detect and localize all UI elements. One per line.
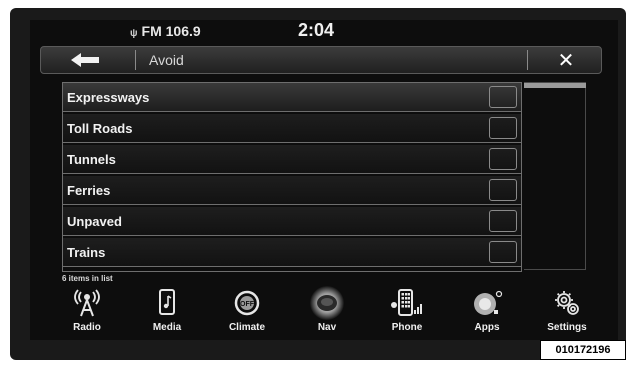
radio-station-label: FM 106.9 <box>141 23 201 39</box>
unpaved-checkbox[interactable] <box>489 210 517 232</box>
tunnels-checkbox[interactable] <box>489 148 517 170</box>
list-item-label: Trains <box>67 245 106 260</box>
dock-item-nav[interactable]: Nav <box>292 282 362 338</box>
climate-icon: OFF <box>230 286 264 320</box>
list-item-label: Ferries <box>67 183 111 198</box>
list-item-unpaved[interactable]: Unpaved <box>63 207 521 236</box>
dock-item-label: Settings <box>547 322 587 333</box>
apps-icon <box>470 286 504 320</box>
list-item-expressways[interactable]: Expressways <box>63 83 521 112</box>
list-item-label: Unpaved <box>67 214 122 229</box>
list-scrollbar[interactable] <box>524 82 586 270</box>
nav-icon <box>310 286 344 320</box>
title-bar: Avoid ✕ <box>40 46 602 74</box>
list-item-label: Toll Roads <box>67 121 133 136</box>
left-arrow-icon <box>71 53 99 67</box>
svg-text:OFF: OFF <box>240 301 255 308</box>
dock-item-label: Media <box>152 322 182 333</box>
dock-item-radio[interactable]: Radio <box>52 282 122 338</box>
reference-code: 010172196 <box>540 340 626 360</box>
divider <box>135 50 136 70</box>
dock-item-label: Phone <box>391 322 423 333</box>
antenna-small-icon: ψ <box>130 28 138 39</box>
dock-item-settings[interactable]: Settings <box>532 282 602 338</box>
status-bar: ψ FM 106.9 2:04 <box>30 20 618 42</box>
dock-item-phone[interactable]: Phone <box>372 282 442 338</box>
dock-item-label: Apps <box>474 322 500 333</box>
settings-icon <box>550 286 584 320</box>
radio-status[interactable]: ψ FM 106.9 <box>130 20 201 42</box>
dock-item-climate[interactable]: OFF Climate <box>212 282 282 338</box>
page-title: Avoid <box>149 52 184 68</box>
list-item-ferries[interactable]: Ferries <box>63 176 521 205</box>
phone-icon <box>390 286 424 320</box>
media-icon <box>150 286 184 320</box>
expressways-checkbox[interactable] <box>489 86 517 108</box>
close-icon: ✕ <box>557 49 575 72</box>
ferries-checkbox[interactable] <box>489 179 517 201</box>
divider <box>527 50 528 70</box>
list-item-trains[interactable]: Trains <box>63 238 521 267</box>
antenna-icon <box>70 286 104 320</box>
clock: 2:04 <box>298 20 335 40</box>
dock-item-label: Nav <box>317 322 337 333</box>
back-button[interactable] <box>41 47 131 73</box>
list-item-tunnels[interactable]: Tunnels <box>63 145 521 174</box>
dock-item-label: Radio <box>73 322 101 333</box>
dock-item-label: Climate <box>228 322 266 333</box>
trains-checkbox[interactable] <box>489 241 517 263</box>
close-button[interactable]: ✕ <box>531 47 601 73</box>
dock-item-media[interactable]: Media <box>132 282 202 338</box>
bottom-dock: Radio Media OFF Climate Nav Phone Apps S… <box>50 282 606 338</box>
dock-item-apps[interactable]: Apps <box>452 282 522 338</box>
scroll-thumb[interactable] <box>524 83 586 88</box>
toll-roads-checkbox[interactable] <box>489 117 517 139</box>
list-item-label: Expressways <box>67 90 150 105</box>
avoid-options-list: Expressways Toll Roads Tunnels Ferries U… <box>62 82 522 272</box>
list-item-toll-roads[interactable]: Toll Roads <box>63 114 521 143</box>
infotainment-screen: ψ FM 106.9 2:04 Avoid ✕ Expressways Toll … <box>30 20 618 340</box>
list-item-label: Tunnels <box>67 152 116 167</box>
